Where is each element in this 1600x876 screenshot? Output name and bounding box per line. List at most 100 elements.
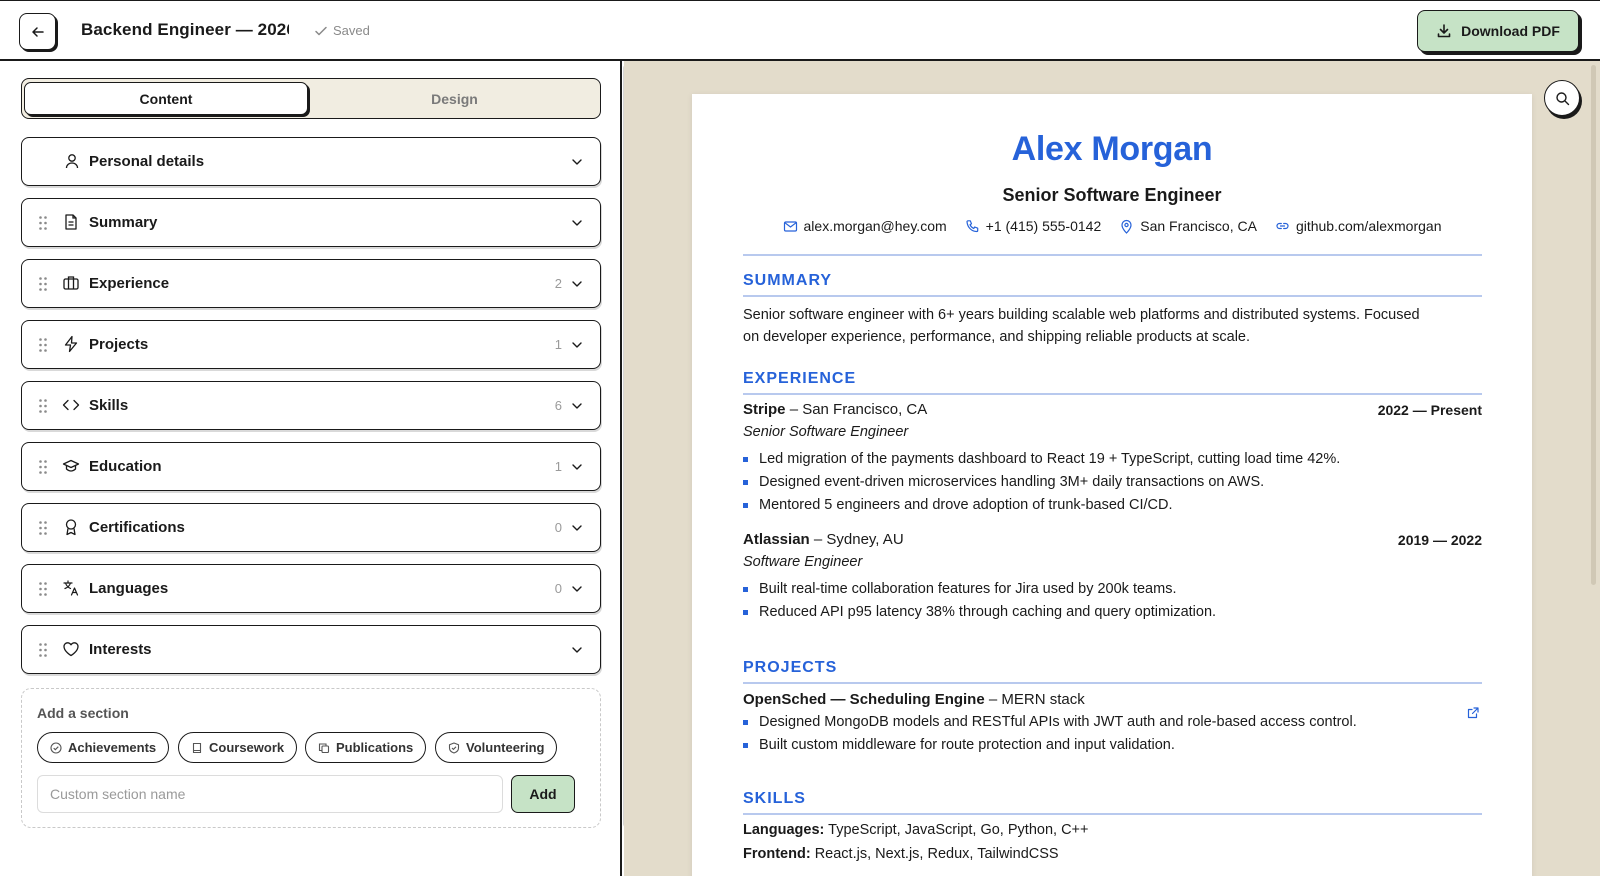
chevron-down-icon[interactable] xyxy=(570,277,584,291)
section-divider xyxy=(743,813,1482,815)
drag-handle-icon[interactable] xyxy=(38,276,48,292)
user-icon xyxy=(63,152,81,170)
editor-tabs: Content Design xyxy=(21,78,601,119)
drag-handle-icon[interactable] xyxy=(38,215,48,231)
chip-publications[interactable]: Publications xyxy=(305,732,427,763)
download-pdf-button[interactable]: Download PDF xyxy=(1417,10,1579,52)
contact-row: alex.morgan@hey.com +1 (415) 555-0142 Sa… xyxy=(692,218,1532,234)
section-label: Interests xyxy=(89,641,152,658)
job-bullet: Designed event-driven microservices hand… xyxy=(743,474,1264,490)
section-skills[interactable]: Skills 6 xyxy=(21,381,601,430)
chip-volunteering[interactable]: Volunteering xyxy=(435,732,558,763)
drag-handle-icon[interactable] xyxy=(38,398,48,414)
search-icon xyxy=(1555,91,1570,106)
zoom-button[interactable] xyxy=(1544,80,1580,116)
chevron-down-icon[interactable] xyxy=(570,582,584,596)
top-bar: Backend Engineer — 2026 Saved Download P… xyxy=(0,0,1600,61)
job-header: Stripe – San Francisco, CA xyxy=(743,401,927,418)
chevron-down-icon[interactable] xyxy=(570,399,584,413)
section-summary[interactable]: Summary xyxy=(21,198,601,247)
section-projects[interactable]: Projects 1 xyxy=(21,320,601,369)
custom-section-input[interactable] xyxy=(37,775,503,813)
job-bullet: Mentored 5 engineers and drove adoption … xyxy=(743,497,1173,513)
resume-name: Alex Morgan xyxy=(1011,130,1213,168)
section-education[interactable]: Education 1 xyxy=(21,442,601,491)
section-count: 2 xyxy=(554,276,562,291)
map-pin-icon xyxy=(1119,219,1134,234)
job-location: – Sydney, AU xyxy=(813,531,904,548)
job-title: Senior Software Engineer xyxy=(743,424,909,440)
section-count: 0 xyxy=(554,520,562,535)
contact-github: github.com/alexmorgan xyxy=(1275,218,1442,234)
check-icon xyxy=(314,24,328,38)
email-text: alex.morgan@hey.com xyxy=(803,218,947,234)
skill-value: TypeScript, JavaScript, Go, Python, C++ xyxy=(828,822,1089,838)
tab-content[interactable]: Content xyxy=(24,82,308,115)
add-section-button[interactable]: Add xyxy=(511,775,575,813)
summary-line: on developer experience, performance, an… xyxy=(743,329,1251,345)
drag-handle-icon[interactable] xyxy=(38,642,48,658)
translate-icon xyxy=(62,579,80,597)
preview-scrollbar[interactable] xyxy=(1591,65,1596,585)
projects-heading: PROJECTS xyxy=(743,659,838,676)
section-certifications[interactable]: Certifications 0 xyxy=(21,503,601,552)
chevron-down-icon[interactable] xyxy=(570,216,584,230)
chevron-down-icon[interactable] xyxy=(570,460,584,474)
drag-handle-icon[interactable] xyxy=(38,459,48,475)
header-divider xyxy=(743,254,1482,256)
job-bullet: Reduced API p95 latency 38% through cach… xyxy=(743,604,1216,620)
chip-label: Publications xyxy=(336,740,414,755)
job-bullet: Built real-time collaboration features f… xyxy=(743,581,1176,597)
mail-icon xyxy=(783,219,798,234)
skill-label: Frontend: xyxy=(743,846,811,862)
drag-handle-icon[interactable] xyxy=(38,581,48,597)
resume-page: Alex Morgan Senior Software Engineer ale… xyxy=(692,94,1532,876)
drag-handle-icon[interactable] xyxy=(38,337,48,353)
external-link-icon[interactable] xyxy=(1466,706,1480,720)
section-interests[interactable]: Interests xyxy=(21,625,601,674)
book-icon xyxy=(191,742,203,754)
chip-coursework[interactable]: Coursework xyxy=(178,732,298,763)
skill-value: React.js, Next.js, Redux, TailwindCSS xyxy=(814,846,1059,862)
section-label: Experience xyxy=(89,275,170,292)
chevron-down-icon[interactable] xyxy=(570,521,584,535)
document-title[interactable]: Backend Engineer — 2026 xyxy=(81,20,289,42)
contact-phone: +1 (415) 555-0142 xyxy=(965,218,1101,234)
arrow-left-icon xyxy=(30,24,46,40)
skill-label: Languages: xyxy=(743,822,825,838)
chip-label: Volunteering xyxy=(466,740,545,755)
contact-location: San Francisco, CA xyxy=(1119,218,1257,234)
project-bullet: Built custom middleware for route protec… xyxy=(743,737,1175,753)
summary-heading: SUMMARY xyxy=(743,272,833,289)
chip-achievements[interactable]: Achievements xyxy=(37,732,170,763)
document-icon xyxy=(62,213,80,231)
section-label: Education xyxy=(89,458,162,475)
job-location: – San Francisco, CA xyxy=(789,401,928,418)
phone-icon xyxy=(965,219,980,234)
github-text[interactable]: github.com/alexmorgan xyxy=(1296,218,1442,234)
job-title: Software Engineer xyxy=(743,554,863,570)
skills-heading: SKILLS xyxy=(743,790,806,807)
saved-status: Saved xyxy=(314,23,370,38)
contact-email: alex.morgan@hey.com xyxy=(783,218,947,234)
tab-design[interactable]: Design xyxy=(312,82,597,115)
skill-row: Frontend: React.js, Next.js, Redux, Tail… xyxy=(743,846,1059,862)
section-personal-details[interactable]: Personal details xyxy=(21,137,601,186)
back-button[interactable] xyxy=(19,13,56,50)
job-dates: 2019 — 2022 xyxy=(1397,532,1482,548)
add-section-panel: Add a section Achievements Coursework Pu… xyxy=(21,688,601,828)
briefcase-icon xyxy=(62,274,80,292)
section-languages[interactable]: Languages 0 xyxy=(21,564,601,613)
copy-icon xyxy=(318,742,330,754)
section-label: Projects xyxy=(89,336,149,353)
chevron-down-icon[interactable] xyxy=(570,643,584,657)
section-divider xyxy=(743,682,1482,684)
resume-role: Senior Software Engineer xyxy=(1002,185,1222,205)
section-label: Skills xyxy=(89,397,129,414)
section-experience[interactable]: Experience 2 xyxy=(21,259,601,308)
project-bullet: Designed MongoDB models and RESTful APIs… xyxy=(743,714,1357,730)
lightning-icon xyxy=(62,335,80,353)
chevron-down-icon[interactable] xyxy=(570,338,584,352)
drag-handle-icon[interactable] xyxy=(38,520,48,536)
chevron-down-icon[interactable] xyxy=(570,155,584,169)
